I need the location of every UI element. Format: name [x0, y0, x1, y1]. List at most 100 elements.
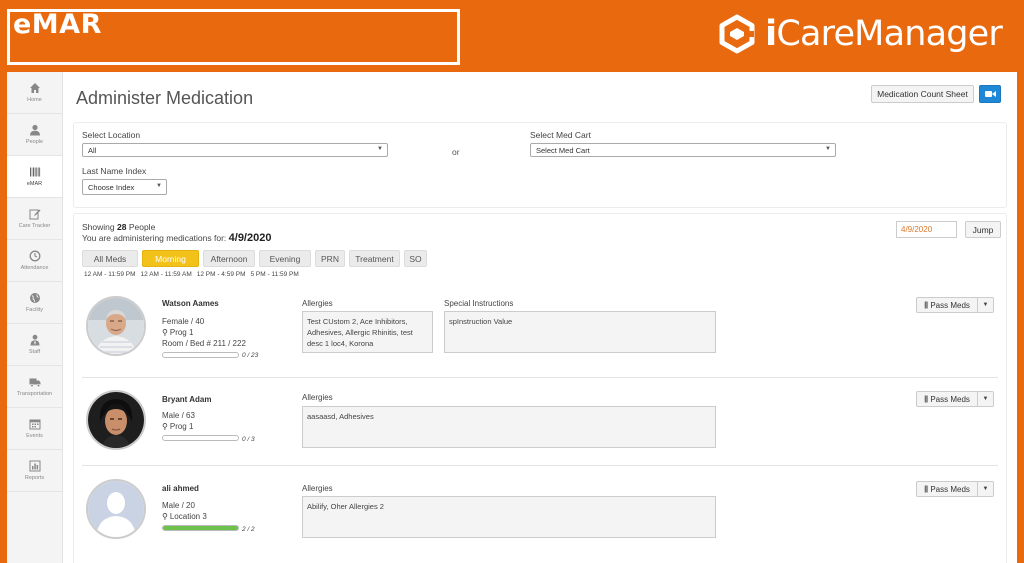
chart-icon — [29, 460, 40, 472]
med-cart-label: Select Med Cart — [530, 130, 591, 140]
map-marker-icon: ⚲ — [162, 422, 168, 431]
pass-meds-button[interactable]: |||| Pass Meds — [916, 297, 978, 313]
medication-count-sheet-button[interactable]: Medication Count Sheet — [871, 85, 974, 103]
med-progress-fill — [163, 526, 238, 530]
chevron-down-icon: ▼ — [825, 146, 831, 152]
pass-meds-dropdown[interactable]: ▼ — [978, 481, 994, 497]
time-ranges: 12 AM - 11:59 PM 12 AM - 11:59 AM 12 PM … — [84, 271, 304, 278]
banner: eMAR iCareManager — [0, 0, 1024, 72]
avatar — [86, 479, 146, 539]
allergies-label: Allergies — [302, 484, 333, 493]
video-camera-icon — [984, 91, 996, 97]
special-instructions-label: Special Instructions — [444, 299, 514, 308]
tab-prn[interactable]: PRN — [315, 250, 345, 267]
name-index-select[interactable]: Choose Index ▼ — [82, 179, 167, 195]
med-progress-text: 0 / 3 — [242, 436, 255, 443]
person-room: Room / Bed # 211 / 222 — [162, 339, 246, 348]
people-panel: Showing 28 People You are administering … — [73, 213, 1007, 563]
allergies-label: Allergies — [302, 299, 333, 308]
home-icon — [29, 83, 40, 93]
administering-date: You are administering medications for: 4… — [82, 232, 272, 244]
barcode-icon: |||| — [924, 395, 928, 403]
avatar — [86, 390, 146, 450]
video-button[interactable] — [979, 85, 1001, 103]
main-content: Administer Medication Medication Count S… — [63, 72, 1017, 563]
brand-logo: iCareManager — [717, 14, 1003, 54]
person-icon — [29, 124, 40, 136]
allergies-box: Abilify, Oher Allergies 2 — [302, 496, 716, 538]
map-marker-icon: ⚲ — [162, 512, 168, 521]
tab-morning[interactable]: Morning — [142, 250, 199, 267]
person-name: Watson Aames — [162, 299, 219, 308]
med-progress-bar — [162, 352, 239, 358]
tab-so[interactable]: SO — [404, 250, 427, 267]
tab-all-meds[interactable]: All Meds — [82, 250, 138, 267]
sidebar-item-care-tracker[interactable]: Care Tracker — [7, 198, 62, 240]
map-marker-icon: ⚲ — [162, 328, 168, 337]
sidebar-item-transportation[interactable]: Transportation — [7, 366, 62, 408]
sidebar-item-facility[interactable]: Facility — [7, 282, 62, 324]
tab-afternoon[interactable]: Afternoon — [203, 250, 255, 267]
med-cart-select[interactable]: Select Med Cart ▼ — [530, 143, 836, 157]
name-index-label: Last Name Index — [82, 166, 147, 176]
chevron-down-icon: ▼ — [982, 486, 989, 492]
or-separator: or — [452, 147, 460, 157]
page-title: Administer Medication — [76, 88, 254, 108]
pass-meds-button[interactable]: |||| Pass Meds — [916, 481, 978, 497]
time-range-afternoon: 12 PM - 4:59 PM — [196, 271, 246, 278]
sidebar-item-reports[interactable]: Reports — [7, 450, 62, 492]
clock-icon — [29, 250, 40, 262]
sidebar-item-attendance[interactable]: Attendance — [7, 240, 62, 282]
sidebar: Home People eMAR Care Tracker Attendance… — [7, 72, 63, 563]
med-progress-text: 2 / 2 — [242, 526, 255, 533]
chevron-down-icon: ▼ — [982, 396, 989, 402]
date-input[interactable]: 4/9/2020 — [896, 221, 957, 238]
sidebar-item-staff[interactable]: Staff — [7, 324, 62, 366]
jump-button[interactable]: Jump — [965, 221, 1001, 238]
showing-count: Showing 28 People — [82, 222, 156, 232]
globe-icon — [29, 293, 40, 303]
tab-evening[interactable]: Evening — [259, 250, 311, 267]
sidebar-item-events[interactable]: Events — [7, 408, 62, 450]
time-range-all: 12 AM - 11:59 PM — [84, 271, 136, 278]
sidebar-item-emar[interactable]: eMAR — [7, 156, 62, 198]
person-gender-age: Female / 40 — [162, 317, 205, 326]
brand-name: iCareManager — [765, 14, 1003, 54]
person-name: ali ahmed — [162, 484, 199, 493]
edit-icon — [29, 209, 40, 220]
time-tabs: All Meds Morning Afternoon Evening PRN T… — [82, 250, 431, 267]
sidebar-item-home[interactable]: Home — [7, 72, 62, 114]
person-row: Bryant Adam Male / 63 ⚲ Prog 1 0 / 3 Alle… — [74, 378, 1008, 466]
person-program: ⚲ Location 3 — [162, 512, 207, 521]
location-select[interactable]: All ▼ — [82, 143, 388, 157]
special-instructions-box: spInstruction Value — [444, 311, 716, 353]
pass-meds-button[interactable]: |||| Pass Meds — [916, 391, 978, 407]
banner-title: eMAR — [13, 9, 102, 40]
person-gender-age: Male / 20 — [162, 501, 195, 510]
calendar-icon — [29, 419, 40, 430]
chevron-down-icon: ▼ — [377, 146, 383, 152]
location-label: Select Location — [82, 130, 141, 140]
person-program: ⚲ Prog 1 — [162, 422, 194, 431]
tab-treatment[interactable]: Treatment — [349, 250, 400, 267]
time-range-evening: 5 PM - 11:59 PM — [250, 271, 299, 278]
person-gender-age: Male / 63 — [162, 411, 195, 420]
allergies-box: aasaasd, Adhesives — [302, 406, 716, 448]
allergies-label: Allergies — [302, 393, 333, 402]
pass-meds-dropdown[interactable]: ▼ — [978, 391, 994, 407]
icaremanager-logo-icon — [719, 14, 755, 54]
med-progress-bar — [162, 525, 239, 531]
sidebar-item-people[interactable]: People — [7, 114, 62, 156]
staff-icon — [30, 334, 39, 346]
med-progress-text: 0 / 23 — [242, 352, 259, 359]
barcode-icon: |||| — [924, 485, 928, 493]
person-row: ali ahmed Male / 20 ⚲ Location 3 2 / 2 Al… — [74, 466, 1008, 554]
time-range-morning: 12 AM - 11:59 AM — [140, 271, 192, 278]
person-program: ⚲ Prog 1 — [162, 328, 194, 337]
pass-meds-dropdown[interactable]: ▼ — [978, 297, 994, 313]
person-name: Bryant Adam — [162, 395, 212, 404]
filter-panel: Select Location All ▼ or Select Med Cart… — [73, 122, 1007, 208]
avatar — [86, 296, 146, 356]
barcode-icon: |||| — [924, 301, 928, 309]
default-avatar-icon — [88, 481, 144, 537]
